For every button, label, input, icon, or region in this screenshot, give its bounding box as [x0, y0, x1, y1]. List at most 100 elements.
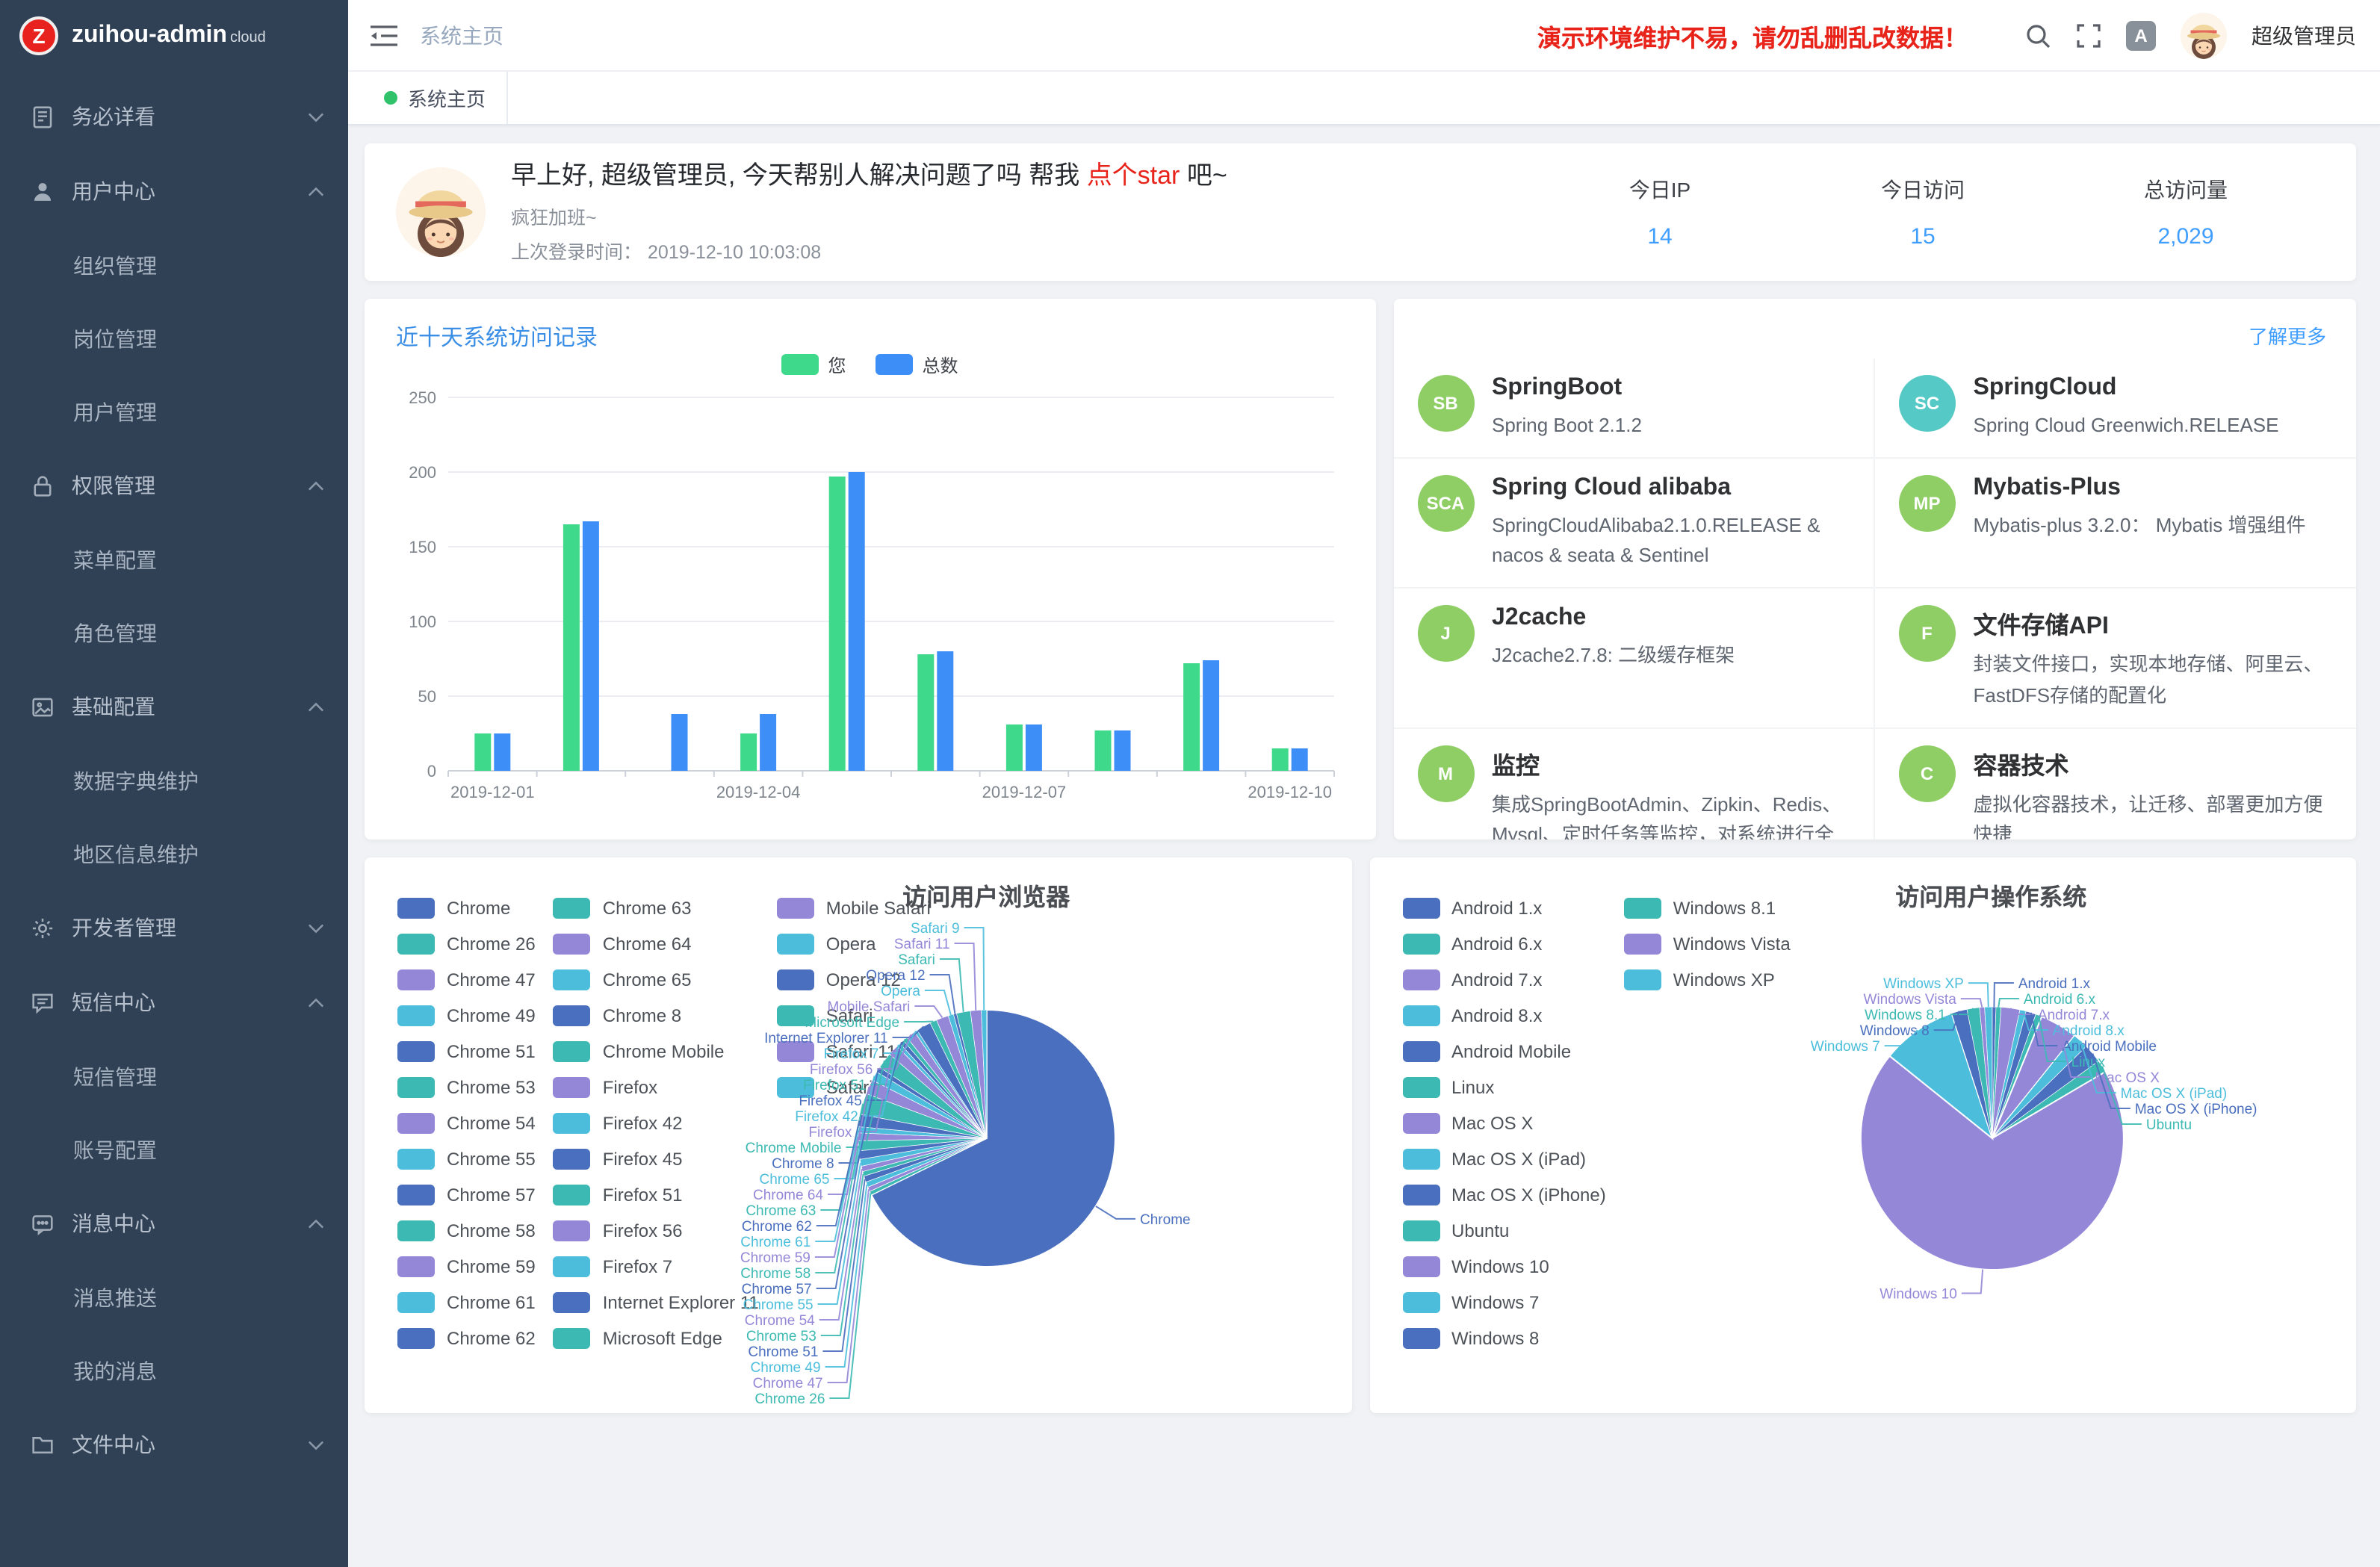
legend-item[interactable]: Firefox 45 — [554, 1141, 759, 1177]
legend-item[interactable]: Chrome 49 — [397, 998, 536, 1034]
sidebar-item-4-child-2[interactable]: 地区信息维护 — [0, 817, 348, 890]
username[interactable]: 超级管理员 — [2252, 20, 2356, 50]
legend-item[interactable]: Windows 8 — [1402, 1321, 1606, 1356]
legend-item[interactable]: Android 7.x — [1402, 962, 1606, 998]
search-icon[interactable] — [2024, 22, 2051, 49]
legend-item[interactable]: Opera — [777, 926, 931, 962]
legend-item[interactable]: Chrome 8 — [554, 998, 759, 1034]
sidebar-item-3-child-2[interactable]: 角色管理 — [0, 596, 348, 669]
legend-item[interactable]: Firefox 42 — [554, 1105, 759, 1141]
legend-item[interactable]: Windows 7 — [1402, 1285, 1606, 1321]
sidebar-item-1[interactable]: 务必详看 — [0, 79, 348, 154]
legend-item[interactable]: Chrome 57 — [397, 1177, 536, 1213]
sidebar-item-7[interactable]: 消息中心 — [0, 1186, 348, 1261]
legend-item[interactable]: Chrome 62 — [397, 1321, 536, 1356]
legend-item[interactable]: Internet Explorer 11 — [554, 1285, 759, 1321]
legend-item[interactable]: Chrome 59 — [397, 1249, 536, 1285]
legend-item[interactable]: Chrome 26 — [397, 926, 536, 962]
sidebar-item-4-child-1[interactable]: 数据字典维护 — [0, 744, 348, 817]
visits-chart-card: 近十天系统访问记录 您总数 0501001502002502019-12-012… — [365, 299, 1375, 840]
legend-item[interactable]: Windows Vista — [1624, 926, 1791, 962]
legend-item[interactable]: Mac OS X (iPad) — [1402, 1141, 1606, 1177]
breadcrumb[interactable]: 系统主页 — [420, 20, 503, 50]
sidebar-item-4[interactable]: 基础配置 — [0, 669, 348, 744]
legend-item[interactable]: Mac OS X — [1402, 1105, 1606, 1141]
legend-item[interactable]: Chrome 55 — [397, 1141, 536, 1177]
legend-item[interactable]: Chrome 54 — [397, 1105, 536, 1141]
legend-item[interactable]: Chrome 51 — [397, 1034, 536, 1070]
message-icon — [30, 1211, 55, 1236]
sidebar-collapse-icon[interactable] — [369, 23, 399, 47]
tech-badge: MP — [1899, 475, 1956, 532]
svg-text:2019-12-10: 2019-12-10 — [1248, 783, 1332, 801]
learn-more-link[interactable]: 了解更多 — [2249, 321, 2326, 350]
legend-item[interactable]: Chrome 58 — [397, 1213, 536, 1249]
legend-item[interactable]: Firefox 51 — [554, 1177, 759, 1213]
legend-label: Android 6.x — [1451, 934, 1542, 955]
sidebar-item-5[interactable]: 开发者管理 — [0, 890, 348, 965]
legend-item[interactable]: Android Mobile — [1402, 1034, 1606, 1070]
chevron-up-icon — [308, 480, 324, 491]
sidebar-item-7-child-1[interactable]: 消息推送 — [0, 1261, 348, 1334]
legend-swatch — [777, 898, 814, 919]
legend-item[interactable]: Chrome 65 — [554, 962, 759, 998]
legend-item[interactable]: Linux — [1402, 1070, 1606, 1105]
legend-item[interactable]: Ubuntu — [1402, 1213, 1606, 1249]
stat-label: 今日访问 — [1791, 175, 2054, 205]
sidebar-item-3-child-1[interactable]: 菜单配置 — [0, 523, 348, 596]
browser-legend: ChromeChrome 26Chrome 47Chrome 49Chrome … — [397, 890, 931, 1356]
sidebar-item-2-child-1[interactable]: 组织管理 — [0, 229, 348, 302]
sidebar-item-6-child-1[interactable]: 短信管理 — [0, 1040, 348, 1113]
legend-item[interactable]: Chrome Mobile — [554, 1034, 759, 1070]
chevron-down-icon — [308, 922, 324, 933]
fullscreen-icon[interactable] — [2075, 22, 2102, 49]
legend-item[interactable]: Windows XP — [1624, 962, 1791, 998]
legend-item[interactable]: Android 6.x — [1402, 926, 1606, 962]
svg-text:2019-12-01: 2019-12-01 — [450, 783, 535, 801]
app-logo[interactable]: Z zuihou-admincloud — [0, 0, 348, 72]
avatar[interactable] — [2180, 11, 2228, 59]
bar-legend-item[interactable]: 您 — [781, 352, 846, 377]
legend-item[interactable]: Chrome 47 — [397, 962, 536, 998]
legend-item[interactable]: Android 8.x — [1402, 998, 1606, 1034]
greeting-card: 早上好, 超级管理员, 今天帮别人解决问题了吗 帮我 点个star 吧~ 疯狂加… — [365, 143, 2356, 281]
sidebar-item-2-child-3[interactable]: 用户管理 — [0, 375, 348, 448]
legend-item[interactable]: Windows 8.1 — [1624, 890, 1791, 926]
tech-stack-card: 了解更多 SBSpringBootSpring Boot 2.1.2SCSpri… — [1393, 299, 2356, 840]
sidebar-item-2-child-2[interactable]: 岗位管理 — [0, 302, 348, 375]
legend-item[interactable]: Safari 9 — [777, 1070, 931, 1105]
sidebar-item-label: 权限管理 — [72, 471, 308, 500]
sidebar-item-6[interactable]: 短信中心 — [0, 965, 348, 1040]
sidebar-item-7-child-2[interactable]: 我的消息 — [0, 1334, 348, 1407]
legend-label: Chrome 61 — [447, 1292, 536, 1313]
legend-item[interactable]: Windows 10 — [1402, 1249, 1606, 1285]
legend-item[interactable]: Chrome 63 — [554, 890, 759, 926]
sidebar-item-8[interactable]: 文件中心 — [0, 1407, 348, 1482]
tab-home[interactable]: 系统主页 — [363, 72, 508, 124]
sidebar-item-3[interactable]: 权限管理 — [0, 448, 348, 523]
legend-label: Windows 10 — [1451, 1256, 1549, 1277]
last-login-value: 2019-12-10 10:03:08 — [648, 242, 821, 263]
legend-item[interactable]: Mac OS X (iPhone) — [1402, 1177, 1606, 1213]
sidebar-item-6-child-2[interactable]: 账号配置 — [0, 1113, 348, 1186]
star-link[interactable]: 点个star — [1087, 161, 1180, 190]
bar-legend-item[interactable]: 总数 — [876, 352, 958, 377]
legend-item[interactable]: Chrome — [397, 890, 536, 926]
legend-item[interactable]: Firefox 7 — [554, 1249, 759, 1285]
legend-item[interactable]: Firefox 56 — [554, 1213, 759, 1249]
legend-item[interactable]: Firefox — [554, 1070, 759, 1105]
svg-text:Windows 8.1: Windows 8.1 — [1864, 1008, 1945, 1023]
legend-item[interactable]: Chrome 61 — [397, 1285, 536, 1321]
legend-item[interactable]: Microsoft Edge — [554, 1321, 759, 1356]
legend-swatch — [397, 1220, 435, 1241]
svg-text:Chrome 26: Chrome 26 — [754, 1391, 825, 1407]
sidebar-item-2[interactable]: 用户中心 — [0, 154, 348, 229]
legend-item[interactable]: Android 1.x — [1402, 890, 1606, 926]
legend-label: Chrome 47 — [447, 969, 536, 990]
legend-item[interactable]: Chrome 53 — [397, 1070, 536, 1105]
legend-item[interactable]: Opera 12 — [777, 962, 931, 998]
legend-item[interactable]: Safari — [777, 998, 931, 1034]
legend-item[interactable]: Chrome 64 — [554, 926, 759, 962]
legend-item[interactable]: Safari 11 — [777, 1034, 931, 1070]
font-size-icon[interactable]: A — [2126, 20, 2156, 50]
